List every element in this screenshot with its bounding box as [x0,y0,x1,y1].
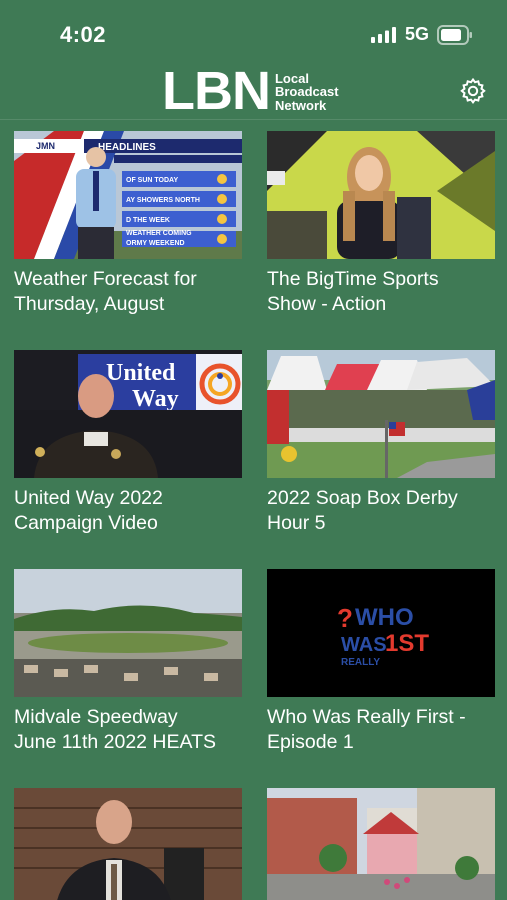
thumb-united: United [106,360,176,386]
video-thumbnail[interactable] [14,788,242,900]
town-event-thumbnail-image [267,788,495,900]
video-title[interactable]: Who Was Really First - Episode 1 [267,705,495,755]
header-divider [0,119,507,120]
video-thumbnail[interactable] [267,350,495,478]
thumb-was: WAS [341,634,387,656]
status-bar: 4:02 5G [0,0,507,64]
who-was-first-thumbnail-image: ? WHO WAS 1ST REALLY [267,569,495,697]
sports-show-thumbnail-image [267,131,495,259]
video-card[interactable] [14,788,242,900]
battery-icon [437,25,472,45]
svg-text:ORMY WEEKEND: ORMY WEEKEND [126,240,185,247]
network-type-label: 5G [405,24,430,44]
lbn-logo: LBN Local Broadcast Network [162,64,339,118]
video-title[interactable]: The BigTime Sports Show - Action [267,267,495,317]
svg-text:?: ? [337,603,353,633]
logo-sub-line-3: Network [274,97,327,113]
video-thumbnail[interactable] [14,569,242,697]
interview-thumbnail-image [14,788,242,900]
video-title[interactable]: Weather Forecast for Thursday, August [14,267,242,317]
video-thumbnail[interactable] [267,131,495,259]
svg-text:WEATHER COMING: WEATHER COMING [126,230,192,237]
status-time: 4:02 [60,22,107,47]
thumb-way: Way [132,386,179,412]
video-thumbnail[interactable] [267,788,495,900]
gear-icon[interactable] [459,77,487,105]
speedway-thumbnail-image [14,569,242,697]
logo-main-text: LBN [162,61,271,121]
logo-sub-line-2: Broadcast [274,84,339,100]
thumb-who: WHO [355,604,414,631]
app-header: LBN Local Broadcast Network [0,64,507,120]
video-card[interactable]: JMN HEADLINES OF SUN TODAY AY SHOWERS NO… [14,131,242,317]
video-card[interactable]: The BigTime Sports Show - Action [267,131,495,317]
video-thumbnail[interactable]: ? WHO WAS 1ST REALLY [267,569,495,697]
video-card[interactable] [267,788,495,900]
thumb-really: REALLY [341,657,380,668]
svg-text:JMN: JMN [36,141,55,151]
thumb-first: 1ST [385,630,429,657]
video-card[interactable]: United Way United Way 2022 Campaign Vide… [14,350,242,536]
video-title[interactable]: Midvale Speedway June 11th 2022 HEATS [14,705,242,755]
video-title[interactable]: 2022 Soap Box Derby Hour 5 [267,486,495,536]
video-thumbnail[interactable]: United Way [14,350,242,478]
video-title[interactable]: United Way 2022 Campaign Video [14,486,242,536]
weather-thumbnail-image: JMN HEADLINES OF SUN TODAY AY SHOWERS NO… [14,131,242,259]
svg-text:D THE WEEK: D THE WEEK [126,217,170,224]
video-card[interactable]: Midvale Speedway June 11th 2022 HEATS [14,569,242,755]
svg-text:OF SUN TODAY: OF SUN TODAY [126,177,178,184]
cellular-signal-icon [371,27,396,43]
video-thumbnail[interactable]: JMN HEADLINES OF SUN TODAY AY SHOWERS NO… [14,131,242,259]
united-way-thumbnail-image: United Way [14,350,242,478]
logo-sub-line-1: Local [274,70,309,86]
svg-text:AY SHOWERS NORTH: AY SHOWERS NORTH [126,197,200,204]
soap-box-derby-thumbnail-image [267,350,495,478]
video-card[interactable]: ? WHO WAS 1ST REALLY Who Was Really Firs… [267,569,495,755]
thumb-headline: HEADLINES [98,142,156,153]
video-card[interactable]: 2022 Soap Box Derby Hour 5 [267,350,495,536]
logo-subtitle: Local Broadcast Network [275,72,339,113]
